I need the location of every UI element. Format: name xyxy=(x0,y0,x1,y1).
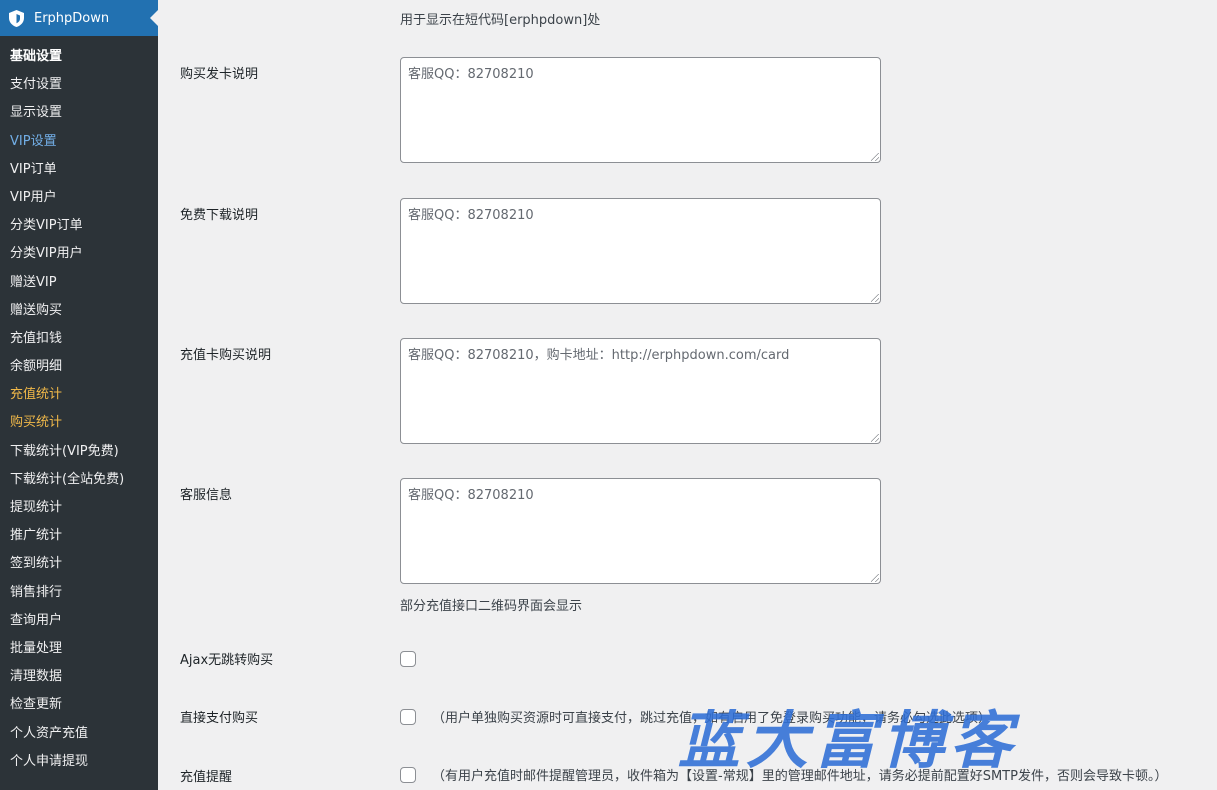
service-info-textarea[interactable] xyxy=(400,478,881,584)
sidebar-item-download-stats-vip[interactable]: 下载统计(VIP免费) xyxy=(0,438,158,466)
sidebar-item-category-vip-users[interactable]: 分类VIP用户 xyxy=(0,240,158,268)
sidebar-item-withdraw-stats[interactable]: 提现统计 xyxy=(0,494,158,522)
sidebar-item-gift-vip[interactable]: 赠送VIP xyxy=(0,269,158,297)
direct-pay-description: （用户单独购买资源时可直接支付，跳过充值，如有启用了免登录购买功能，请务必勾选此… xyxy=(432,711,992,726)
sidebar-item-personal-withdraw[interactable]: 个人申请提现 xyxy=(0,748,158,776)
recharge-card-label: 充值卡购买说明 xyxy=(180,348,272,363)
shield-icon xyxy=(8,9,25,27)
sidebar-item-recharge-stats[interactable]: 充值统计 xyxy=(0,381,158,409)
ajax-buy-label: Ajax无跳转购买 xyxy=(180,653,274,668)
sidebar-item-recharge-deduct[interactable]: 充值扣钱 xyxy=(0,325,158,353)
sidebar-item-category-vip-orders[interactable]: 分类VIP订单 xyxy=(0,212,158,240)
recharge-card-textarea[interactable] xyxy=(400,338,881,444)
resize-handle-icon[interactable] xyxy=(871,574,879,582)
sidebar-item-vip-settings[interactable]: VIP设置 xyxy=(0,128,158,156)
sidebar-item-referral-stats[interactable]: 推广统计 xyxy=(0,522,158,550)
plugin-title: ErphpDown xyxy=(34,10,110,26)
service-info-label: 客服信息 xyxy=(180,488,233,503)
sidebar-item-check-update[interactable]: 检查更新 xyxy=(0,691,158,719)
recharge-notify-description: （有用户充值时邮件提醒管理员，收件箱为【设置-常规】里的管理邮件地址，请务必提前… xyxy=(432,769,1168,784)
ajax-buy-checkbox[interactable] xyxy=(400,651,416,667)
shortcode-description: 用于显示在短代码[erphpdown]处 xyxy=(400,13,601,28)
sidebar-item-basic-settings[interactable]: 基础设置 xyxy=(0,43,158,71)
sidebar-item-query-user[interactable]: 查询用户 xyxy=(0,607,158,635)
plugin-submenu: 基础设置 支付设置 显示设置 VIP设置 VIP订单 VIP用户 分类VIP订单… xyxy=(0,36,158,776)
sidebar-item-checkin-stats[interactable]: 签到统计 xyxy=(0,550,158,578)
recharge-notify-label: 充值提醒 xyxy=(180,770,233,785)
sidebar-item-vip-users[interactable]: VIP用户 xyxy=(0,184,158,212)
sidebar-item-batch-process[interactable]: 批量处理 xyxy=(0,635,158,663)
service-info-description: 部分充值接口二维码界面会显示 xyxy=(400,599,583,614)
sidebar-item-vip-orders[interactable]: VIP订单 xyxy=(0,156,158,184)
sidebar-item-gift-purchase[interactable]: 赠送购买 xyxy=(0,297,158,325)
current-menu-arrow xyxy=(150,10,158,26)
free-download-label: 免费下载说明 xyxy=(180,208,259,223)
free-download-textarea[interactable] xyxy=(400,198,881,304)
card-purchase-label: 购买发卡说明 xyxy=(180,67,259,82)
sidebar-item-display-settings[interactable]: 显示设置 xyxy=(0,99,158,127)
admin-sidebar: ErphpDown 基础设置 支付设置 显示设置 VIP设置 VIP订单 VIP… xyxy=(0,0,158,790)
sidebar-item-payment-settings[interactable]: 支付设置 xyxy=(0,71,158,99)
sidebar-item-purchase-stats[interactable]: 购买统计 xyxy=(0,409,158,437)
sidebar-item-sales-ranking[interactable]: 销售排行 xyxy=(0,579,158,607)
plugin-menu-header[interactable]: ErphpDown xyxy=(0,0,158,36)
recharge-notify-checkbox[interactable] xyxy=(400,767,416,783)
resize-handle-icon[interactable] xyxy=(871,294,879,302)
sidebar-item-clean-data[interactable]: 清理数据 xyxy=(0,663,158,691)
direct-pay-label: 直接支付购买 xyxy=(180,711,259,726)
settings-form: 用于显示在短代码[erphpdown]处 购买发卡说明 免费下载说明 充值卡购买… xyxy=(158,0,1217,790)
sidebar-item-personal-recharge[interactable]: 个人资产充值 xyxy=(0,720,158,748)
card-purchase-textarea[interactable] xyxy=(400,57,881,163)
resize-handle-icon[interactable] xyxy=(871,434,879,442)
resize-handle-icon[interactable] xyxy=(871,153,879,161)
direct-pay-checkbox[interactable] xyxy=(400,709,416,725)
sidebar-item-download-stats-site[interactable]: 下载统计(全站免费) xyxy=(0,466,158,494)
sidebar-item-balance-details[interactable]: 余额明细 xyxy=(0,353,158,381)
